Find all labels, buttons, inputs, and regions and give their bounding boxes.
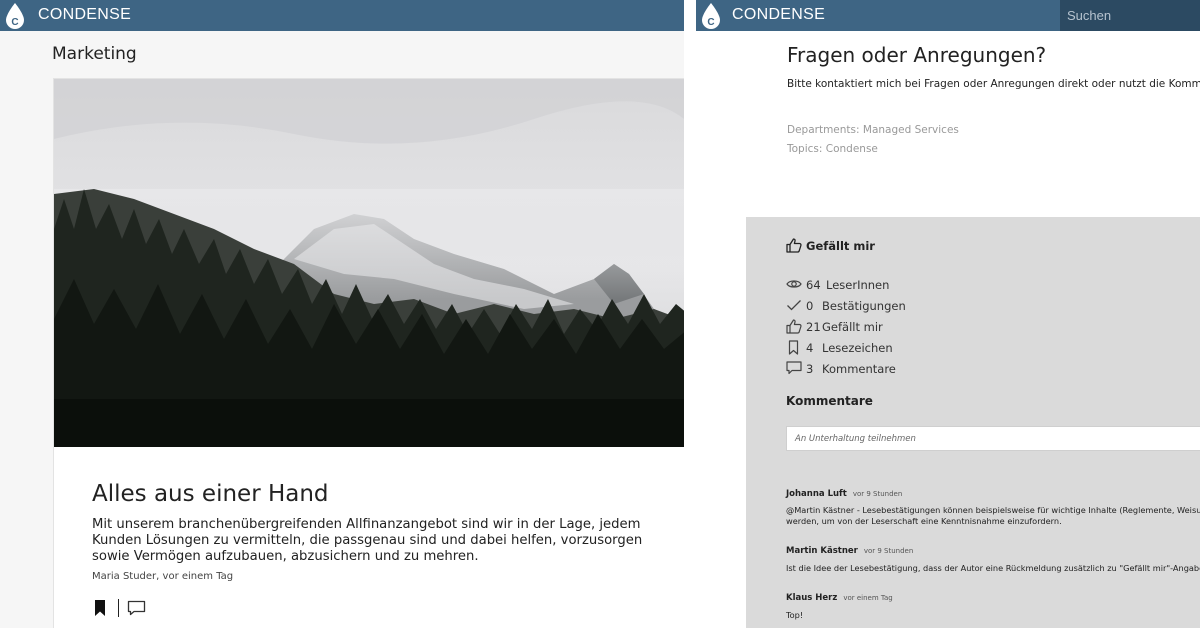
left-pane: C CONDENSE Marketing Alles aus einer Han… — [0, 0, 684, 628]
article-title: Fragen oder Anregungen? — [787, 43, 1047, 67]
post-excerpt: Mit unserem branchenübergreifenden Allfi… — [92, 517, 643, 564]
comment-input[interactable]: An Unterhaltung teilnehmen — [786, 426, 1200, 451]
svg-text:C: C — [707, 17, 714, 28]
svg-text:C: C — [11, 17, 18, 28]
comment-author-name[interactable]: Klaus Herz — [786, 593, 837, 603]
brand-name[interactable]: CONDENSE — [732, 6, 825, 24]
stat-label: Gefällt mir — [822, 320, 883, 334]
comment-icon — [786, 361, 802, 375]
stat-count: 4 — [806, 341, 814, 355]
comment-author-name[interactable]: Johanna Luft — [786, 489, 847, 499]
stat-label: Lesezeichen — [822, 341, 893, 355]
bookmark-icon[interactable] — [94, 599, 106, 617]
post-meta: Maria Studer, vor einem Tag — [92, 571, 234, 582]
comment-author[interactable]: Martin Kästner vor 9 Stunden — [786, 546, 913, 556]
top-bar: C CONDENSE — [0, 0, 684, 31]
condense-logo-icon[interactable]: C — [700, 2, 722, 30]
article-text: Bitte kontaktiert mich bei Fragen oder A… — [787, 78, 1200, 90]
comment-text-line: @Martin Kästner - Lesebestätigungen könn… — [786, 505, 1200, 515]
thumbs-up-icon — [786, 238, 802, 253]
comment-time: vor 9 Stunden — [863, 547, 914, 555]
search-input[interactable]: Suchen — [1060, 0, 1200, 31]
eye-icon — [786, 280, 802, 288]
stat-label: Bestätigungen — [822, 299, 906, 313]
article-departments[interactable]: Departments: Managed Services — [787, 124, 959, 136]
comment-icon[interactable] — [127, 600, 146, 616]
pane-separator — [684, 0, 696, 628]
comment-text: Ist die Idee der Lesebestätigung, dass d… — [786, 563, 1200, 574]
comment-text-line: werden, um von der Leserschaft eine Kenn… — [786, 516, 1062, 526]
stat-count: 64 — [806, 278, 821, 292]
right-pane: C CONDENSE Suchen Fragen oder Anregungen… — [696, 0, 1200, 628]
stat-count: 21 — [806, 320, 821, 334]
like-label: Gefällt mir — [806, 239, 875, 253]
stat-count: 3 — [806, 362, 814, 376]
comments-heading: Kommentare — [786, 394, 873, 408]
stat-label: Kommentare — [822, 362, 896, 376]
article-topics[interactable]: Topics: Condense — [787, 143, 878, 155]
engagement-panel: Gefällt mir 64 LeserInnen 0 Bestätigunge… — [746, 217, 1200, 628]
comment-text-line: Top! — [786, 610, 804, 620]
brand-name[interactable]: CONDENSE — [38, 6, 131, 24]
bookmark-icon — [788, 340, 799, 355]
stat-label: LeserInnen — [826, 278, 890, 292]
comment-text: Top! — [786, 610, 803, 621]
post-hero-image — [54, 79, 684, 447]
check-icon — [787, 300, 801, 311]
post-card[interactable]: Alles aus einer Hand Mit unserem branche… — [53, 78, 684, 628]
stat-count: 0 — [806, 299, 814, 313]
comment-text: @Martin Kästner - Lesebestätigungen könn… — [786, 505, 1200, 527]
top-bar: C CONDENSE Suchen — [696, 0, 1200, 31]
comment-text-line: Ist die Idee der Lesebestätigung, dass d… — [786, 563, 1200, 573]
action-divider — [118, 599, 119, 617]
section-title: Marketing — [52, 44, 137, 64]
comment-author[interactable]: Johanna Luft vor 9 Stunden — [786, 489, 902, 499]
comment-author-name[interactable]: Martin Kästner — [786, 546, 858, 556]
thumbs-up-icon — [786, 319, 802, 334]
condense-logo-icon[interactable]: C — [4, 2, 26, 30]
comment-time: vor einem Tag — [843, 594, 893, 602]
comment-author[interactable]: Klaus Herz vor einem Tag — [786, 593, 893, 603]
comment-time: vor 9 Stunden — [852, 490, 903, 498]
post-title[interactable]: Alles aus einer Hand — [92, 481, 329, 507]
